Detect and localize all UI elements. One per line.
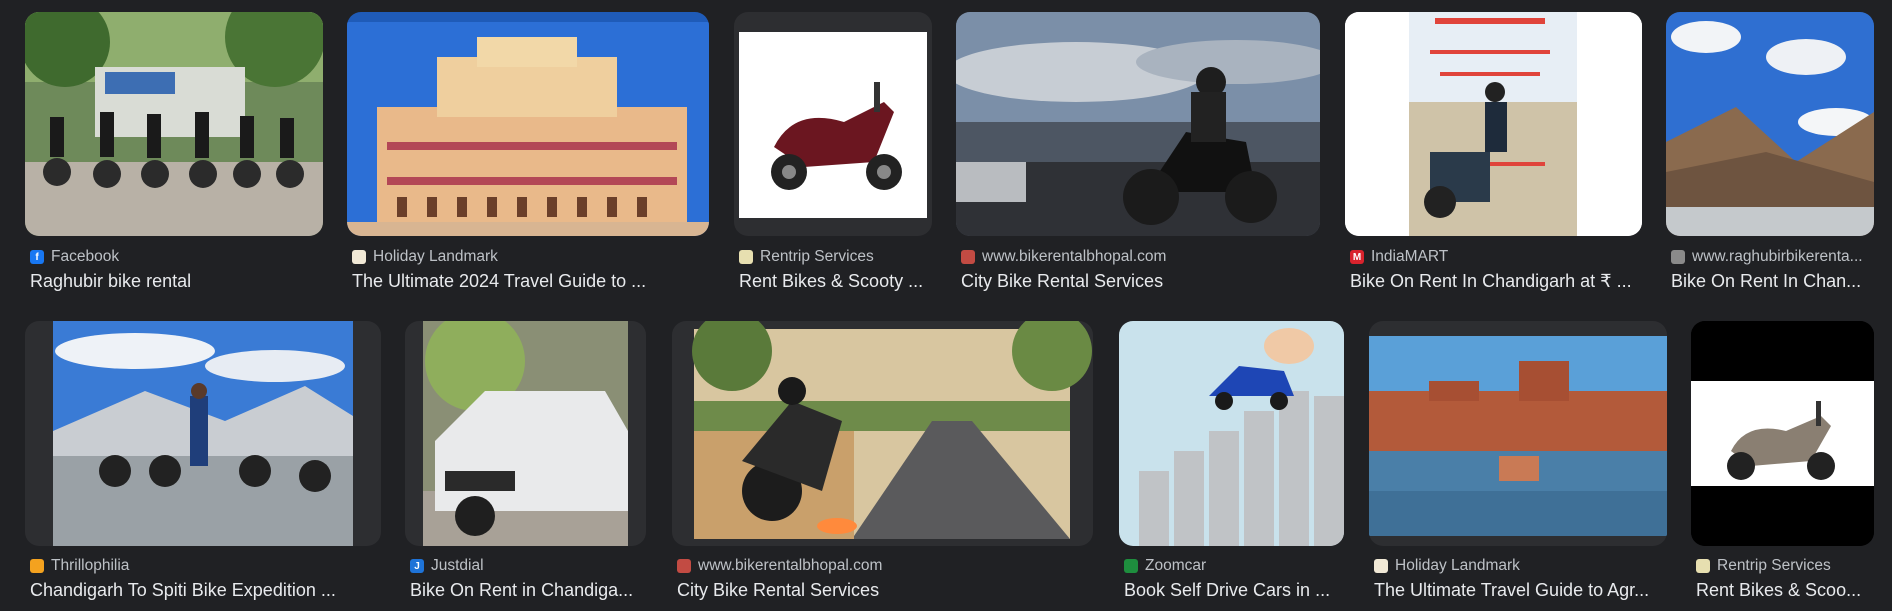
indiamart-icon: M [1350,250,1364,264]
motorcycle-road-photo [692,321,1092,539]
scooter-photo [739,32,927,218]
result-card[interactable]: Holiday Landmark The Ultimate 2024 Trave… [347,12,709,302]
mountain-valley-photo [1666,12,1874,236]
result-image[interactable] [25,321,381,546]
result-card[interactable]: Rentrip Services Rent Bikes & Scoo... [1691,321,1874,611]
rentrip-icon [1696,559,1710,573]
result-card[interactable]: Zoomcar Book Self Drive Cars in ... [1119,321,1344,611]
thrillophilia-icon [30,559,44,573]
result-title[interactable]: The Ultimate Travel Guide to Agr... [1374,580,1664,601]
result-image[interactable] [1345,12,1642,236]
result-title[interactable]: Bike On Rent In Chandigarh at ₹ ... [1350,271,1639,292]
scooter-photo [1691,321,1874,546]
result-card[interactable]: M IndiaMART Bike On Rent In Chandigarh a… [1345,12,1642,302]
result-source: Rentrip Services [760,248,874,265]
result-image[interactable] [1369,321,1667,546]
result-image[interactable] [25,12,323,236]
bikerentalbhopal-icon [961,250,975,264]
motorcycle-rider-photo [956,12,1320,236]
justdial-icon: J [410,559,424,573]
palace-photo [347,12,709,236]
result-card[interactable]: www.bikerentalbhopal.com City Bike Renta… [956,12,1320,302]
result-title[interactable]: Chandigarh To Spiti Bike Expedition ... [30,580,378,601]
facebook-icon: f [30,250,44,264]
agra-trip-poster [1345,12,1642,236]
result-image[interactable] [405,321,646,546]
result-title[interactable]: Bike On Rent in Chandiga... [410,580,643,601]
result-source: Zoomcar [1145,557,1207,574]
result-card[interactable]: J Justdial Bike On Rent in Chandiga... [405,321,646,611]
result-card[interactable]: Thrillophilia Chandigarh To Spiti Bike E… [25,321,381,611]
result-title[interactable]: City Bike Rental Services [677,580,1090,601]
result-title[interactable]: Rent Bikes & Scoo... [1696,580,1876,601]
result-source: www.bikerentalbhopal.com [698,557,883,574]
result-image[interactable] [1119,321,1344,546]
result-title[interactable]: City Bike Rental Services [961,271,1317,292]
result-card[interactable]: Holiday Landmark The Ultimate Travel Gui… [1369,321,1667,611]
result-source: Holiday Landmark [1395,557,1520,574]
result-image[interactable] [734,12,932,236]
result-source: Facebook [51,248,120,265]
coins-car-photo [1119,321,1344,546]
result-title[interactable]: Book Self Drive Cars in ... [1124,580,1341,601]
spiti-expedition-photo [53,321,353,546]
result-card[interactable]: Rentrip Services Rent Bikes & Scooty ... [734,12,932,302]
result-card[interactable]: f Facebook Raghubir bike rental [25,12,323,302]
result-source: www.raghubirbikerenta... [1692,248,1863,265]
result-source: Rentrip Services [1717,557,1831,574]
holiday-landmark-icon [1374,559,1388,573]
result-title[interactable]: Bike On Rent In Chan... [1671,271,1877,292]
zoomcar-icon [1124,559,1138,573]
result-image[interactable] [956,12,1320,236]
result-source: Thrillophilia [51,557,130,574]
suv-photo [423,321,628,546]
result-source: Holiday Landmark [373,248,498,265]
bike-group-photo [25,12,323,236]
raghubir-icon [1671,250,1685,264]
result-title[interactable]: Rent Bikes & Scooty ... [739,271,929,292]
result-image[interactable] [347,12,709,236]
result-source: www.bikerentalbhopal.com [982,248,1167,265]
result-image[interactable] [1691,321,1874,546]
bikerentalbhopal-icon [677,559,691,573]
result-card[interactable]: www.bikerentalbhopal.com City Bike Renta… [672,321,1093,611]
result-source: IndiaMART [1371,248,1449,265]
result-card[interactable]: www.raghubirbikerenta... Bike On Rent In… [1666,12,1874,302]
rentrip-icon [739,250,753,264]
result-image[interactable] [672,321,1093,546]
holiday-landmark-icon [352,250,366,264]
fatehpur-sikri-photo [1369,336,1667,536]
result-image[interactable] [1666,12,1874,236]
result-source: Justdial [431,557,484,574]
result-title[interactable]: The Ultimate 2024 Travel Guide to ... [352,271,706,292]
result-title[interactable]: Raghubir bike rental [30,271,320,292]
